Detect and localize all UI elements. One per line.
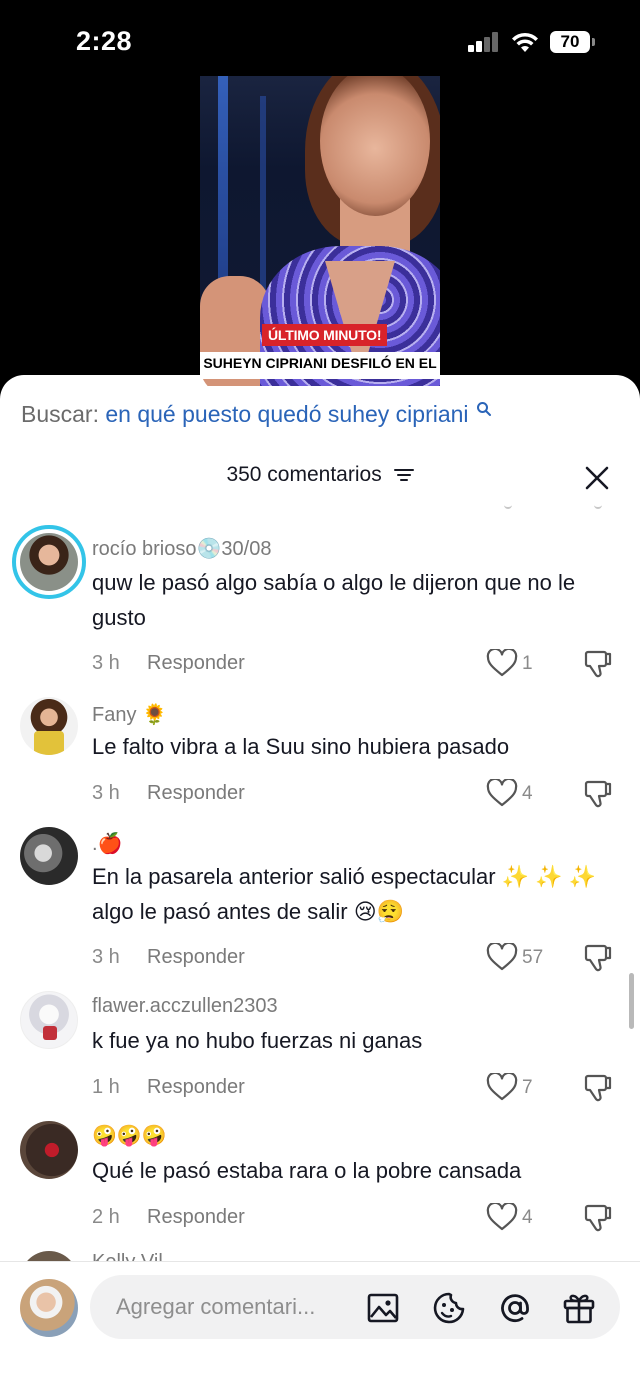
- avatar[interactable]: [20, 827, 78, 885]
- comment-time: 1 h: [92, 1076, 120, 1098]
- like-count: 57: [522, 947, 544, 968]
- comments-sheet: Buscar: en qué puesto quedó suhey cipria…: [0, 375, 640, 1386]
- heart-icon[interactable]: [486, 779, 518, 807]
- dislike-icon[interactable]: [584, 942, 614, 972]
- dislike-icon[interactable]: [584, 778, 614, 808]
- comment-text: k fue ya no hubo fuerzas ni ganas: [92, 1028, 423, 1053]
- comment-username[interactable]: flawer.acczullen2303: [92, 995, 278, 1018]
- comments-count: 350 comentarios: [226, 463, 382, 486]
- avatar[interactable]: [20, 991, 78, 1049]
- comment-text: quw le pasó algo sabía o algo le dijeron…: [92, 570, 576, 630]
- cellular-signal-icon: [468, 32, 500, 52]
- news-headline: SUHEYN CIPRIANI DESFILÓ EN EL: [200, 352, 440, 379]
- like-count: 1: [522, 653, 533, 674]
- comment-meta: 2 h Responder: [92, 1206, 245, 1229]
- sort-filter-icon[interactable]: [393, 467, 414, 483]
- heart-icon[interactable]: [486, 1073, 518, 1101]
- mention-icon[interactable]: [498, 1291, 532, 1325]
- search-suggestion[interactable]: Buscar: en qué puesto quedó suhey cipria…: [21, 401, 492, 428]
- reply-button[interactable]: Responder: [147, 782, 245, 805]
- avatar[interactable]: [20, 1121, 78, 1179]
- reply-button[interactable]: Responder: [147, 946, 245, 969]
- video-preview[interactable]: ÚLTIMO MINUTO! SUHEYN CIPRIANI DESFILÓ E…: [200, 76, 440, 386]
- battery-indicator: 70: [550, 31, 590, 53]
- reply-button[interactable]: Responder: [147, 652, 245, 675]
- avatar[interactable]: [20, 697, 78, 755]
- avatar[interactable]: [12, 525, 86, 599]
- like-count: 4: [522, 783, 533, 804]
- comment-username[interactable]: .🍎: [92, 831, 122, 856]
- like-count: 7: [522, 1077, 533, 1098]
- comment-time: 3 h: [92, 782, 120, 804]
- search-icon: [476, 402, 491, 416]
- comment-username[interactable]: 🤪🤪🤪: [92, 1123, 167, 1148]
- comment-username[interactable]: rocío brioso💿30/08: [92, 536, 271, 561]
- reply-button[interactable]: Responder: [147, 1206, 245, 1229]
- dislike-icon[interactable]: [584, 648, 614, 678]
- previous-comment-edge: [0, 503, 640, 513]
- close-icon[interactable]: [584, 465, 610, 491]
- heart-icon[interactable]: [486, 943, 518, 971]
- image-icon[interactable]: [366, 1291, 400, 1325]
- search-prefix: Buscar:: [21, 401, 99, 427]
- comment-text: En la pasarela anterior salió espectacul…: [92, 864, 597, 924]
- wifi-icon: [512, 32, 538, 52]
- comment-input[interactable]: [116, 1289, 356, 1325]
- comment-text: Le falto vibra a la Suu sino hubiera pas…: [92, 734, 510, 759]
- like-count: 4: [522, 1207, 533, 1228]
- status-bar: 2:28 70: [0, 0, 640, 80]
- comment-meta: 3 h Responder: [92, 946, 245, 969]
- heart-icon[interactable]: [486, 1203, 518, 1231]
- battery-nub: [592, 38, 595, 46]
- comment-time: 2 h: [92, 1206, 120, 1228]
- heart-icon[interactable]: [486, 649, 518, 677]
- comment-input-bar: [0, 1261, 640, 1386]
- comment-time: 3 h: [92, 652, 120, 674]
- comment-time: 3 h: [92, 946, 120, 968]
- gift-icon[interactable]: [562, 1291, 596, 1325]
- reply-button[interactable]: Responder: [147, 1076, 245, 1099]
- emoji-icon[interactable]: [432, 1291, 466, 1325]
- stage-light-2: [260, 96, 266, 296]
- status-time: 2:28: [76, 26, 133, 56]
- comment-meta: 1 h Responder: [92, 1076, 245, 1099]
- dislike-icon[interactable]: [584, 1202, 614, 1232]
- comment-meta: 3 h Responder: [92, 782, 245, 805]
- breaking-news-badge: ÚLTIMO MINUTO!: [262, 324, 388, 346]
- comment-username[interactable]: Fany 🌻: [92, 702, 167, 727]
- comment-meta: 3 h Responder: [92, 652, 245, 675]
- comments-header: 350 comentarios: [0, 463, 640, 487]
- comment-text: Qué le pasó estaba rara o la pobre cansa…: [92, 1158, 522, 1183]
- dislike-icon[interactable]: [584, 1072, 614, 1102]
- scrollbar[interactable]: [629, 973, 634, 1029]
- my-avatar[interactable]: [20, 1279, 78, 1337]
- comment-input-container[interactable]: [90, 1275, 620, 1339]
- search-query-link[interactable]: en qué puesto quedó suhey cipriani: [105, 401, 468, 427]
